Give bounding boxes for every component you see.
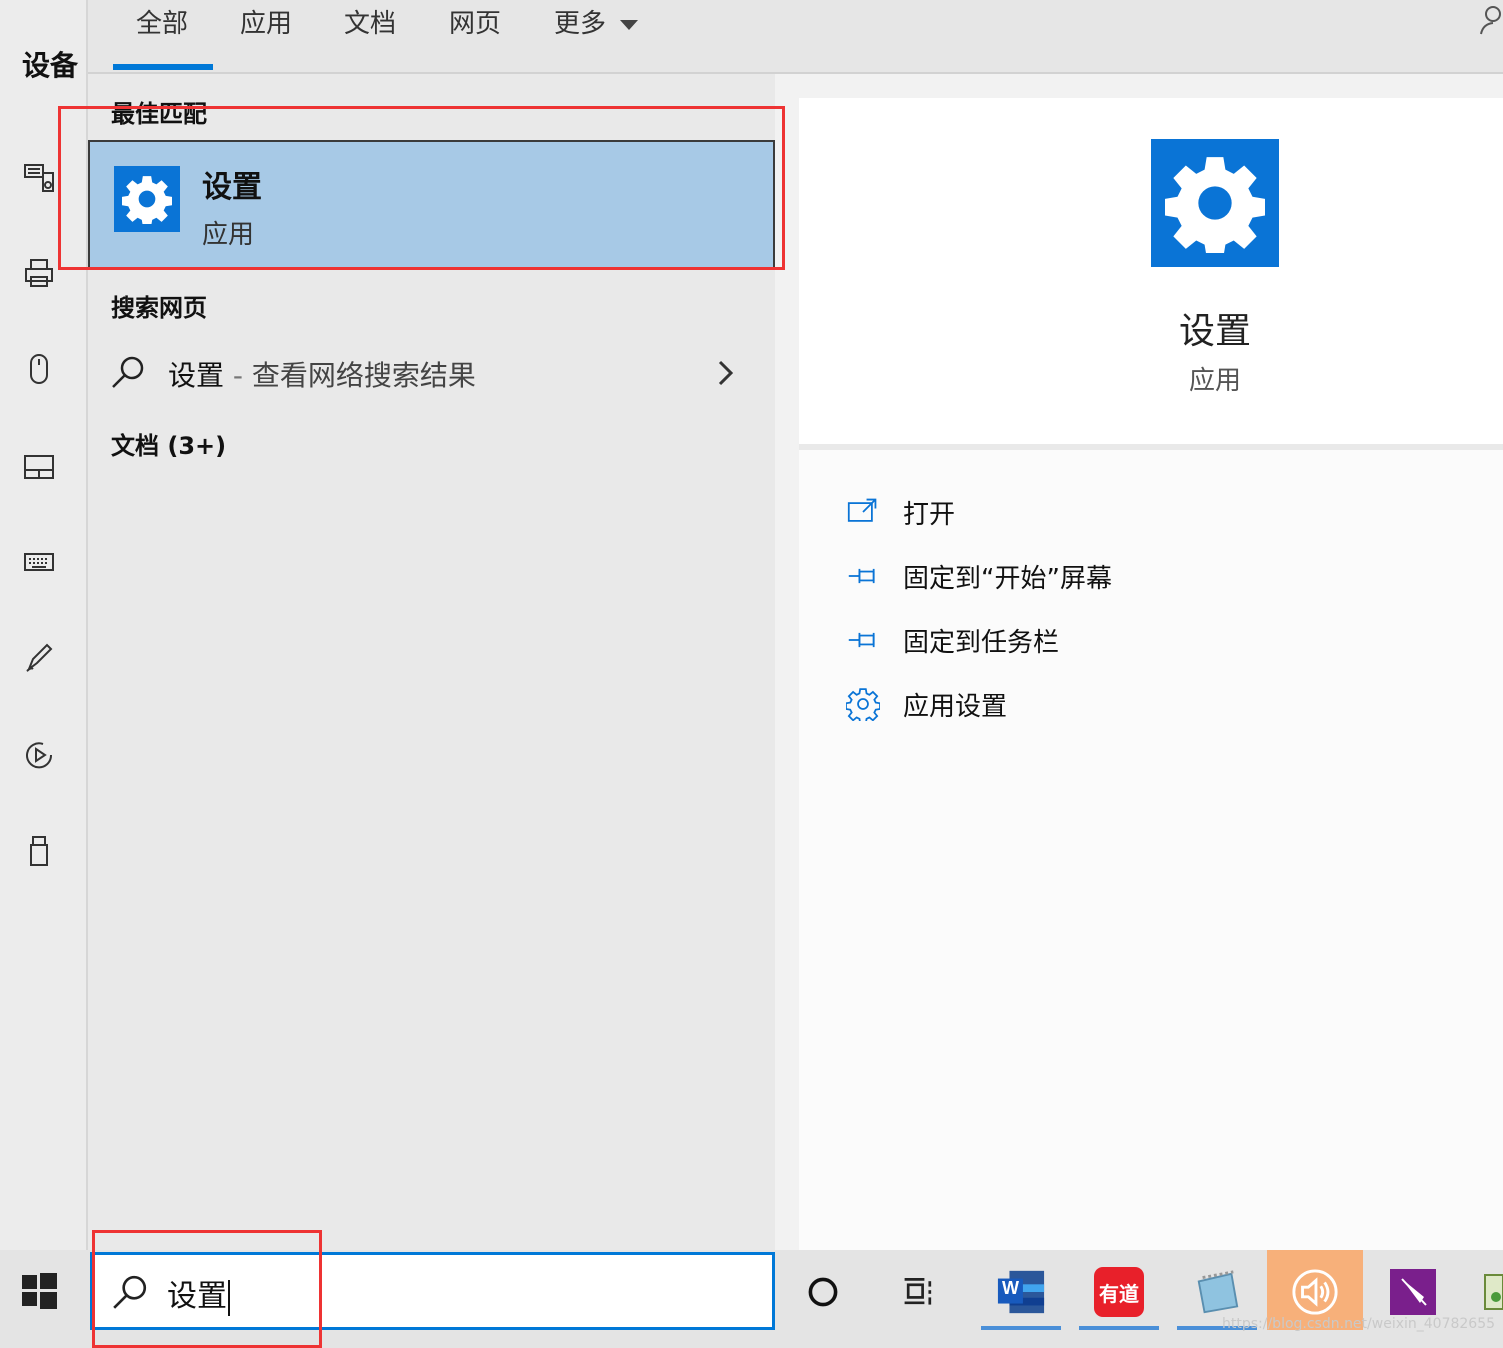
best-match-name: 设置 bbox=[202, 170, 262, 205]
best-match-type: 应用 bbox=[202, 220, 255, 250]
preview-app-name: 设置 bbox=[1178, 311, 1251, 352]
word-icon[interactable]: W bbox=[993, 1264, 1049, 1320]
pen-app-icon[interactable] bbox=[1385, 1264, 1441, 1320]
youdao-running-indicator bbox=[1079, 1326, 1159, 1330]
task-view-icon[interactable] bbox=[891, 1264, 947, 1320]
gear-icon bbox=[845, 686, 881, 722]
search-filter-tabs: 全部 应用 文档 网页 更多 bbox=[88, 0, 1503, 74]
taskbar: 设置 W 有道 https://blog.csdn.net/weixin_407… bbox=[0, 1250, 1503, 1348]
active-tab-indicator bbox=[113, 64, 213, 70]
app-preview-pane: 设置 应用 打开 固定到“开始”屏幕 固定到任务栏 应用设置 bbox=[799, 98, 1503, 1250]
windows-start-icon[interactable] bbox=[20, 1272, 58, 1310]
tab-web[interactable]: 网页 bbox=[449, 4, 501, 44]
tab-apps[interactable]: 应用 bbox=[240, 4, 292, 44]
image-app-icon[interactable] bbox=[1482, 1264, 1503, 1320]
notepad-icon[interactable] bbox=[1189, 1264, 1245, 1320]
youdao-icon[interactable]: 有道 bbox=[1091, 1264, 1147, 1320]
autoplay-icon[interactable] bbox=[22, 738, 56, 772]
search-input-value: 设置 bbox=[167, 1279, 227, 1314]
settings-app-icon bbox=[114, 166, 180, 232]
youdao-label: 有道 bbox=[1094, 1267, 1144, 1317]
search-results-panel: 最佳匹配 设置 应用 搜索网页 设置 - 查看网络搜索结果 文档 (3+) bbox=[88, 74, 775, 1250]
web-search-query: 设置 bbox=[168, 359, 225, 392]
word-letter: W bbox=[1002, 1278, 1019, 1298]
user-icon[interactable] bbox=[1479, 4, 1501, 36]
pen-icon[interactable] bbox=[22, 640, 56, 674]
web-search-label: 查看网络搜索结果 bbox=[251, 359, 476, 392]
action-pin-start-label: 固定到“开始”屏幕 bbox=[903, 563, 1112, 594]
tab-more-label: 更多 bbox=[554, 9, 607, 39]
search-input[interactable]: 设置 bbox=[167, 1271, 230, 1316]
web-search-result[interactable]: 设置 - 查看网络搜索结果 bbox=[88, 342, 775, 406]
touchpad-icon[interactable] bbox=[22, 450, 56, 484]
cortana-icon[interactable] bbox=[795, 1264, 851, 1320]
chevron-right-icon[interactable] bbox=[716, 358, 736, 388]
search-icon bbox=[113, 1275, 147, 1309]
word-running-indicator bbox=[981, 1326, 1061, 1330]
chevron-down-icon bbox=[620, 19, 639, 30]
action-pin-taskbar-label: 固定到任务栏 bbox=[903, 627, 1060, 658]
web-search-separator: - bbox=[224, 359, 252, 392]
text-caret bbox=[228, 1279, 230, 1316]
tab-more[interactable]: 更多 bbox=[554, 4, 639, 44]
tab-all[interactable]: 全部 bbox=[136, 4, 188, 44]
taskbar-search-box[interactable]: 设置 bbox=[90, 1252, 775, 1330]
action-app-settings[interactable]: 应用设置 bbox=[845, 684, 1007, 724]
documents-heading[interactable]: 文档 (3+) bbox=[111, 426, 226, 461]
watermark-text: https://blog.csdn.net/weixin_40782655 bbox=[1222, 1316, 1496, 1332]
best-match-heading: 最佳匹配 bbox=[111, 100, 207, 128]
keyboard-speaker-icon[interactable] bbox=[22, 160, 56, 194]
usb-icon[interactable] bbox=[22, 834, 56, 868]
web-search-text: 设置 - 查看网络搜索结果 bbox=[168, 354, 476, 394]
web-search-heading: 搜索网页 bbox=[111, 294, 207, 322]
action-pin-taskbar[interactable]: 固定到任务栏 bbox=[845, 620, 1059, 660]
volume-icon[interactable] bbox=[1287, 1264, 1343, 1320]
action-app-settings-label: 应用设置 bbox=[903, 691, 1008, 722]
action-open-label: 打开 bbox=[903, 499, 956, 530]
preview-app-type: 应用 bbox=[1188, 366, 1241, 396]
keyboard-icon[interactable] bbox=[22, 545, 56, 579]
open-icon bbox=[845, 494, 881, 530]
printer-icon[interactable] bbox=[22, 256, 56, 290]
action-open[interactable]: 打开 bbox=[845, 492, 955, 532]
mouse-icon[interactable] bbox=[22, 352, 56, 386]
action-pin-start[interactable]: 固定到“开始”屏幕 bbox=[845, 556, 1112, 596]
pin-icon bbox=[845, 558, 881, 594]
settings-app-large-icon bbox=[1151, 139, 1279, 267]
app-preview-header: 设置 应用 bbox=[799, 98, 1503, 450]
devices-panel: 设备 bbox=[0, 0, 88, 1250]
tab-documents[interactable]: 文档 bbox=[344, 4, 396, 44]
search-icon bbox=[112, 356, 144, 388]
best-match-item[interactable]: 设置 应用 bbox=[88, 140, 775, 270]
devices-title: 设备 bbox=[22, 49, 79, 82]
pin-icon bbox=[845, 622, 881, 658]
